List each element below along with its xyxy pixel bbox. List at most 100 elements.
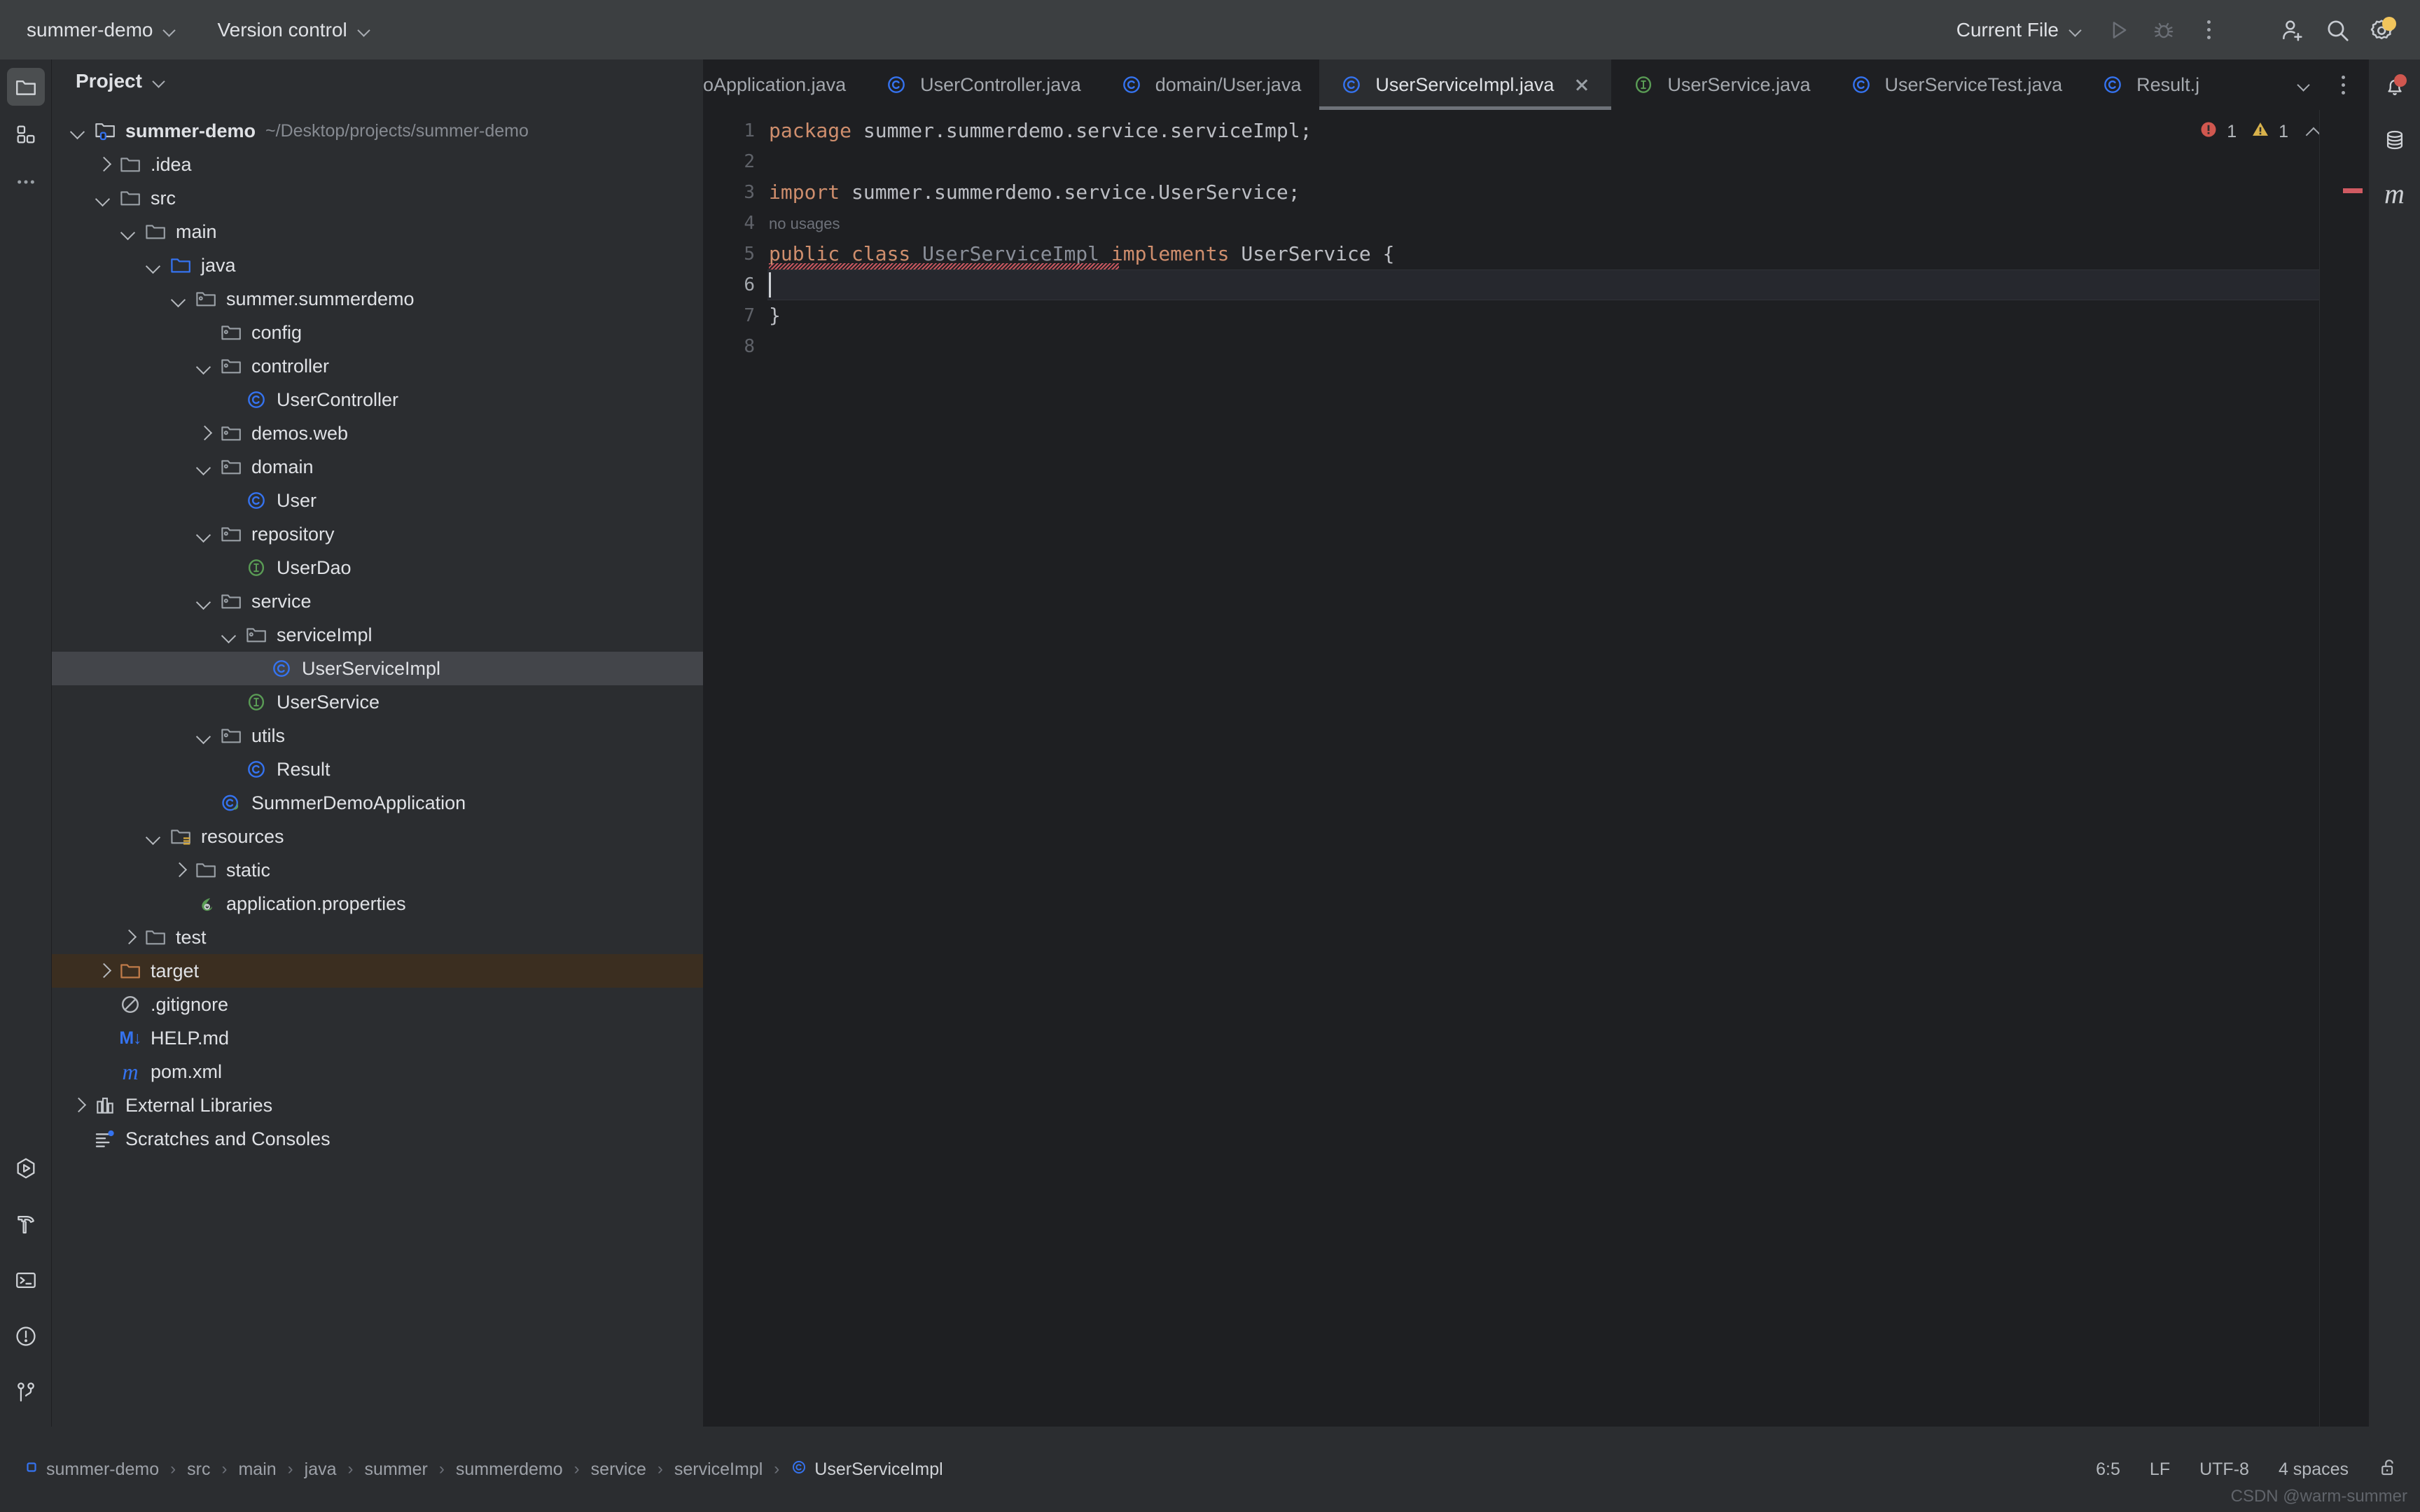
chevron-down-icon[interactable] (152, 74, 166, 88)
chevron-down-icon[interactable] (192, 589, 216, 613)
chevron-down-icon[interactable] (217, 623, 241, 647)
problems-tool-window-button[interactable] (7, 1317, 45, 1355)
search-button[interactable] (2315, 8, 2360, 52)
tree-node-resources[interactable]: resources (52, 820, 703, 853)
close-icon[interactable] (1571, 74, 1593, 96)
tree-node-domain[interactable]: domain (52, 450, 703, 484)
line-separator[interactable]: LF (2150, 1460, 2170, 1480)
chevron-right-icon[interactable] (167, 858, 190, 882)
code-text-area[interactable]: package summer.summerdemo.service.servic… (767, 110, 2368, 1427)
more-actions-button[interactable] (2186, 8, 2231, 52)
tree-node-summerdemoapplication[interactable]: SummerDemoApplication (52, 786, 703, 820)
tree-node-summer-summerdemo[interactable]: summer.summerdemo (52, 282, 703, 316)
breadcrumb-item[interactable]: summer (361, 1460, 432, 1480)
more-tool-windows-button[interactable] (7, 163, 45, 201)
tree-node-idea[interactable]: .idea (52, 148, 703, 181)
editor-tab-userservice-java[interactable]: UserService.java (1611, 59, 1828, 110)
breadcrumb-item[interactable]: UserServiceImpl (786, 1459, 947, 1480)
tree-node-main[interactable]: main (52, 215, 703, 248)
debug-button[interactable] (2141, 8, 2186, 52)
tree-node-service[interactable]: service (52, 584, 703, 618)
breadcrumb-item[interactable]: summer-demo (20, 1460, 163, 1480)
tree-node-usercontroller[interactable]: UserController (52, 383, 703, 416)
breadcrumb-item[interactable]: src (183, 1460, 214, 1480)
chevron-down-icon[interactable] (116, 220, 140, 244)
tree-node-external-libraries[interactable]: External Libraries (52, 1088, 703, 1122)
tree-node-application-properties[interactable]: application.properties (52, 887, 703, 920)
tab-list-button[interactable] (2286, 66, 2322, 103)
chevron-down-icon[interactable] (167, 287, 190, 311)
tree-node-pom-xml[interactable]: m pom.xml (52, 1055, 703, 1088)
project-menu-button[interactable]: summer-demo (13, 12, 190, 48)
chevron-right-icon[interactable] (66, 1093, 90, 1117)
editor-tab-userserviceimpl-java[interactable]: UserServiceImpl.java (1319, 59, 1612, 110)
tree-node-repository[interactable]: repository (52, 517, 703, 551)
settings-button[interactable] (2360, 8, 2405, 52)
maven-tool-window-button[interactable]: m (2376, 174, 2414, 212)
tree-node-userserviceimpl[interactable]: UserServiceImpl (52, 652, 703, 685)
indent-setting[interactable]: 4 spaces (2279, 1460, 2349, 1480)
unlocked-icon[interactable] (2378, 1457, 2399, 1483)
tree-node-summer-demo[interactable]: summer-demo ~/Desktop/projects/summer-dem… (52, 114, 703, 148)
editor-scrollbar[interactable] (2319, 110, 2368, 1427)
file-encoding[interactable]: UTF-8 (2199, 1460, 2249, 1480)
tree-node-scratches-and-consoles[interactable]: Scratches and Consoles (52, 1122, 703, 1156)
tree-node-user[interactable]: User (52, 484, 703, 517)
tree-node-java[interactable]: java (52, 248, 703, 282)
breadcrumb-item[interactable]: serviceImpl (670, 1460, 767, 1480)
tree-node-result[interactable]: Result (52, 752, 703, 786)
editor-options-button[interactable] (2325, 66, 2361, 103)
editor-tab-userservicetest-java[interactable]: UserServiceTest.java (1829, 59, 2081, 110)
chevron-down-icon[interactable] (141, 253, 165, 277)
error-stripe-marker[interactable] (2343, 188, 2363, 193)
run-tool-window-button[interactable] (7, 1149, 45, 1187)
commit-tool-window-button[interactable] (7, 115, 45, 153)
chevron-right-icon[interactable] (192, 421, 216, 445)
tree-node-userdao[interactable]: UserDao (52, 551, 703, 584)
editor-tab-result-j[interactable]: Result.j (2080, 59, 2218, 110)
chevron-down-icon[interactable] (192, 354, 216, 378)
add-user-button[interactable] (2270, 8, 2315, 52)
usages-inlay-hint[interactable]: no usages (769, 215, 840, 233)
tree-node-utils[interactable]: utils (52, 719, 703, 752)
breadcrumb-item[interactable]: java (300, 1460, 341, 1480)
editor-tab-usercontroller-java[interactable]: UserController.java (864, 59, 1099, 110)
tree-node-target[interactable]: target (52, 954, 703, 988)
tree-node-help-md[interactable]: M↓ HELP.md (52, 1021, 703, 1055)
tree-node-controller[interactable]: controller (52, 349, 703, 383)
breadcrumb-item[interactable]: summerdemo (452, 1460, 567, 1480)
database-tool-window-button[interactable] (2376, 121, 2414, 159)
run-button[interactable] (2096, 8, 2141, 52)
chevron-right-icon[interactable] (91, 153, 115, 176)
terminal-tool-window-button[interactable] (7, 1261, 45, 1299)
editor-tab-oapplication-java[interactable]: oApplication.java (703, 59, 864, 110)
chevron-down-icon[interactable] (66, 119, 90, 143)
project-tool-window-button[interactable] (6, 68, 45, 106)
run-configuration-selector[interactable]: Current File (1942, 12, 2096, 48)
chevron-down-icon[interactable] (141, 825, 165, 848)
breadcrumb-item[interactable]: service (587, 1460, 651, 1480)
editor-tab-domain-user-java[interactable]: domain/User.java (1099, 59, 1320, 110)
chevron-down-icon[interactable] (192, 522, 216, 546)
chevron-right-icon[interactable] (91, 959, 115, 983)
tree-node-serviceimpl[interactable]: serviceImpl (52, 618, 703, 652)
chevron-down-icon[interactable] (192, 455, 216, 479)
caret-position[interactable]: 6:5 (2096, 1460, 2120, 1480)
build-tool-window-button[interactable] (7, 1205, 45, 1243)
version-control-tool-window-button[interactable] (7, 1373, 45, 1411)
tree-node-config[interactable]: config (52, 316, 703, 349)
tree-node-demos-web[interactable]: demos.web (52, 416, 703, 450)
code-editor[interactable]: 1 2 3 4 5 6 7 8 package summer.summerdemo.servi… (703, 110, 2368, 1427)
tree-node-gitignore[interactable]: .gitignore (52, 988, 703, 1021)
notifications-button[interactable] (2376, 68, 2414, 106)
tree-node-userservice[interactable]: UserService (52, 685, 703, 719)
chevron-right-icon[interactable] (116, 925, 140, 949)
tree-node-test[interactable]: test (52, 920, 703, 954)
tree-node-static[interactable]: static (52, 853, 703, 887)
chevron-down-icon[interactable] (192, 724, 216, 748)
chevron-down-icon[interactable] (91, 186, 115, 210)
version-control-menu-button[interactable]: Version control (203, 12, 384, 48)
tree-node-src[interactable]: src (52, 181, 703, 215)
project-tree[interactable]: summer-demo ~/Desktop/projects/summer-dem… (52, 103, 703, 1427)
breadcrumb-item[interactable]: main (234, 1460, 280, 1480)
